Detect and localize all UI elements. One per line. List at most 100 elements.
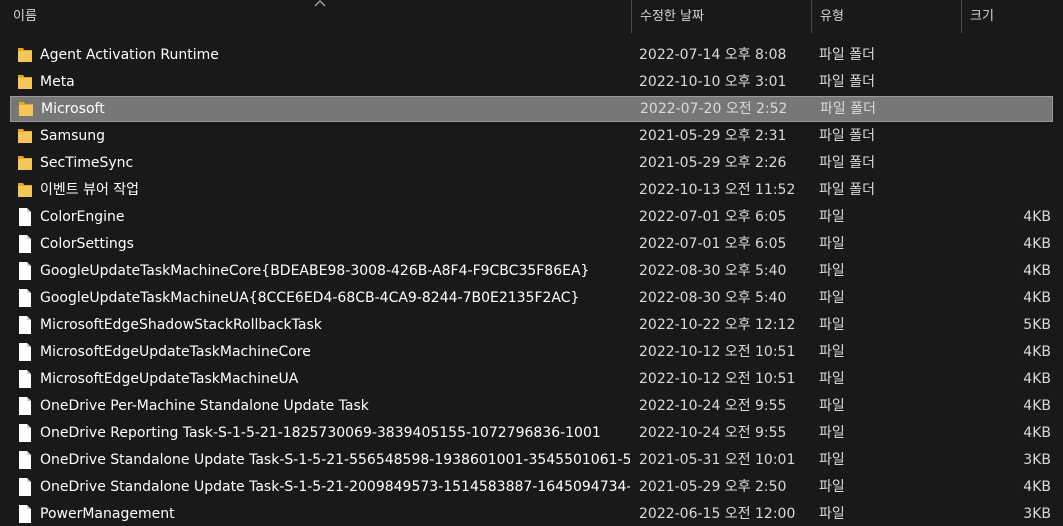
item-date-modified: 2022-08-30 오후 5:40 xyxy=(639,263,787,279)
item-name: ColorEngine xyxy=(40,209,125,225)
item-name: Meta xyxy=(40,74,75,90)
file-row[interactable]: GoogleUpdateTaskMachineUA{8CCE6ED4-68CB-… xyxy=(10,285,1053,311)
item-name: PowerManagement xyxy=(40,506,175,522)
folder-icon xyxy=(16,180,34,200)
column-header-date-modified[interactable]: 수정한 날짜 xyxy=(631,0,811,33)
item-name: Samsung xyxy=(40,128,106,144)
file-row[interactable]: OneDrive Per-Machine Standalone Update T… xyxy=(10,393,1053,419)
item-type: 파일 xyxy=(819,344,845,360)
file-icon xyxy=(16,342,34,362)
item-date-modified: 2022-10-24 오전 9:55 xyxy=(639,425,787,441)
item-size: 4KB xyxy=(1023,209,1051,225)
item-size: 4KB xyxy=(1023,344,1051,360)
file-row[interactable]: MicrosoftEdgeUpdateTaskMachineUA 2022-10-… xyxy=(10,366,1053,392)
item-name: OneDrive Standalone Update Task-S-1-5-21… xyxy=(40,452,630,468)
item-date-modified: 2022-07-20 오전 2:52 xyxy=(640,101,788,117)
item-date-modified: 2021-05-29 오후 2:26 xyxy=(639,155,787,171)
file-icon xyxy=(16,450,34,470)
folder-icon xyxy=(17,99,35,119)
item-date-modified: 2021-05-31 오전 10:01 xyxy=(639,452,796,468)
item-size: 5KB xyxy=(1023,317,1051,333)
file-row[interactable]: OneDrive Standalone Update Task-S-1-5-21… xyxy=(10,474,1053,500)
item-date-modified: 2022-06-15 오전 12:00 xyxy=(639,506,796,522)
file-row[interactable]: GoogleUpdateTaskMachineCore{BDEABE98-300… xyxy=(10,258,1053,284)
item-date-modified: 2022-10-12 오전 10:51 xyxy=(639,371,796,387)
item-date-modified: 2022-10-22 오후 12:12 xyxy=(639,317,796,333)
item-name: MicrosoftEdgeUpdateTaskMachineCore xyxy=(40,344,311,360)
item-type: 파일 폴더 xyxy=(819,155,875,171)
item-size xyxy=(961,150,1051,176)
item-size xyxy=(961,177,1051,203)
item-type: 파일 xyxy=(819,425,845,441)
item-type: 파일 폴더 xyxy=(820,101,876,117)
item-type: 파일 폴더 xyxy=(819,47,875,63)
file-row[interactable]: OneDrive Reporting Task-S-1-5-21-1825730… xyxy=(10,420,1053,446)
item-type: 파일 폴더 xyxy=(819,128,875,144)
folder-icon xyxy=(16,72,34,92)
item-size xyxy=(961,69,1051,95)
item-name: MicrosoftEdgeUpdateTaskMachineUA xyxy=(40,371,299,387)
item-type: 파일 xyxy=(819,479,845,495)
item-date-modified: 2022-10-13 오전 11:52 xyxy=(639,182,796,198)
column-header-name[interactable]: 이름 xyxy=(4,0,631,33)
file-icon xyxy=(16,396,34,416)
column-header-size[interactable]: 크기 xyxy=(961,0,1063,33)
file-icon xyxy=(16,261,34,281)
item-size: 4KB xyxy=(1023,236,1051,252)
item-name: MicrosoftEdgeShadowStackRollbackTask xyxy=(40,317,322,333)
item-name: SecTimeSync xyxy=(40,155,134,171)
item-type: 파일 xyxy=(819,290,845,306)
item-type: 파일 xyxy=(819,209,845,225)
item-size xyxy=(961,42,1051,68)
item-date-modified: 2022-07-14 오후 8:08 xyxy=(639,47,787,63)
file-icon xyxy=(16,369,34,389)
item-size: 4KB xyxy=(1023,479,1051,495)
item-date-modified: 2021-05-29 오후 2:50 xyxy=(639,479,787,495)
item-date-modified: 2022-10-12 오전 10:51 xyxy=(639,344,796,360)
item-size: 4KB xyxy=(1023,398,1051,414)
file-icon xyxy=(16,288,34,308)
file-row[interactable]: PowerManagement 2022-06-15 오전 12:00 파일 3KB xyxy=(10,501,1053,526)
folder-icon xyxy=(16,45,34,65)
item-size: 4KB xyxy=(1023,263,1051,279)
file-icon xyxy=(16,207,34,227)
folder-row[interactable]: Meta 2022-10-10 오후 3:01 파일 폴더 xyxy=(10,69,1053,95)
folder-row[interactable]: Agent Activation Runtime 2022-07-14 오후 8:… xyxy=(10,42,1053,68)
item-type: 파일 xyxy=(819,398,845,414)
file-row[interactable]: ColorEngine 2022-07-01 오후 6:05 파일 4KB xyxy=(10,204,1053,230)
folder-row[interactable]: 이벤트 뷰어 작업 2022-10-13 오전 11:52 파일 폴더 xyxy=(10,177,1053,203)
item-size: 3KB xyxy=(1023,506,1051,522)
item-name: Agent Activation Runtime xyxy=(40,47,219,63)
file-explorer-details-view: 이름 수정한 날짜 유형 크기 Agent Activation Runtime… xyxy=(0,0,1063,526)
item-date-modified: 2022-07-01 오후 6:05 xyxy=(639,236,787,252)
item-size: 4KB xyxy=(1023,290,1051,306)
column-header-bar: 이름 수정한 날짜 유형 크기 xyxy=(0,0,1063,33)
item-name: OneDrive Reporting Task-S-1-5-21-1825730… xyxy=(40,425,601,441)
file-icon xyxy=(16,315,34,335)
column-header-type[interactable]: 유형 xyxy=(811,0,961,33)
file-icon xyxy=(16,423,34,443)
item-size: 4KB xyxy=(1023,371,1051,387)
item-type: 파일 xyxy=(819,236,845,252)
file-row[interactable]: OneDrive Standalone Update Task-S-1-5-21… xyxy=(10,447,1053,473)
item-name: GoogleUpdateTaskMachineCore{BDEABE98-300… xyxy=(40,263,590,279)
item-size: 3KB xyxy=(1023,452,1051,468)
item-type: 파일 xyxy=(819,452,845,468)
folder-row[interactable]: SecTimeSync 2021-05-29 오후 2:26 파일 폴더 xyxy=(10,150,1053,176)
item-type: 파일 폴더 xyxy=(819,182,875,198)
item-size xyxy=(961,123,1051,149)
item-type: 파일 xyxy=(819,371,845,387)
item-name: OneDrive Per-Machine Standalone Update T… xyxy=(40,398,369,414)
folder-row[interactable]: Microsoft 2022-07-20 오전 2:52 파일 폴더 xyxy=(10,96,1053,122)
file-row[interactable]: ColorSettings 2022-07-01 오후 6:05 파일 4KB xyxy=(10,231,1053,257)
file-row[interactable]: MicrosoftEdgeUpdateTaskMachineCore 2022-1… xyxy=(10,339,1053,365)
item-name: 이벤트 뷰어 작업 xyxy=(40,182,140,198)
file-row[interactable]: MicrosoftEdgeShadowStackRollbackTask 2022… xyxy=(10,312,1053,338)
file-icon xyxy=(16,504,34,524)
item-name: ColorSettings xyxy=(40,236,134,252)
item-size xyxy=(962,96,1052,122)
item-name: GoogleUpdateTaskMachineUA{8CCE6ED4-68CB-… xyxy=(40,290,580,306)
item-type: 파일 폴더 xyxy=(819,74,875,90)
folder-row[interactable]: Samsung 2021-05-29 오후 2:31 파일 폴더 xyxy=(10,123,1053,149)
item-type: 파일 xyxy=(819,317,845,333)
